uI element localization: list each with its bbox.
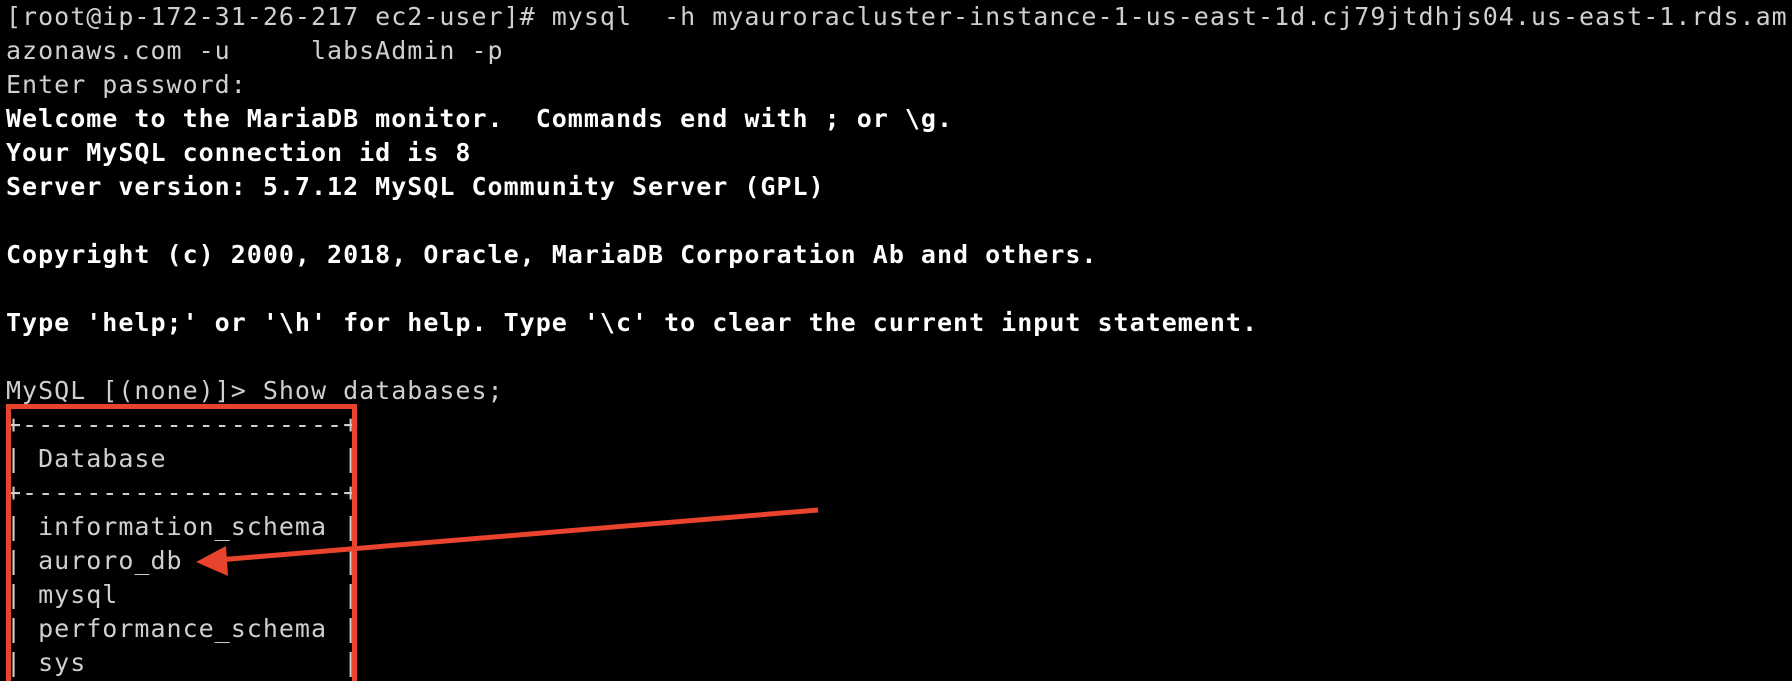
shell-command-line: [root@ip-172-31-26-217 ec2-user]# mysql … — [6, 2, 1788, 31]
server-version-line: Server version: 5.7.12 MySQL Community S… — [6, 172, 825, 201]
connection-id-line: Your MySQL connection id is 8 — [6, 138, 472, 167]
shell-command-continued: azonaws.com -u labsAdmin -p — [6, 36, 504, 65]
terminal-window[interactable]: [root@ip-172-31-26-217 ec2-user]# mysql … — [0, 0, 1792, 681]
help-hint-line: Type 'help;' or '\h' for help. Type '\c'… — [6, 308, 1258, 337]
highlight-box — [6, 404, 357, 681]
copyright-line: Copyright (c) 2000, 2018, Oracle, MariaD… — [6, 240, 1098, 269]
mysql-prompt-command: MySQL [(none)]> Show databases; — [6, 376, 504, 405]
welcome-message: Welcome to the MariaDB monitor. Commands… — [6, 104, 954, 133]
password-prompt: Enter password: — [6, 70, 247, 99]
